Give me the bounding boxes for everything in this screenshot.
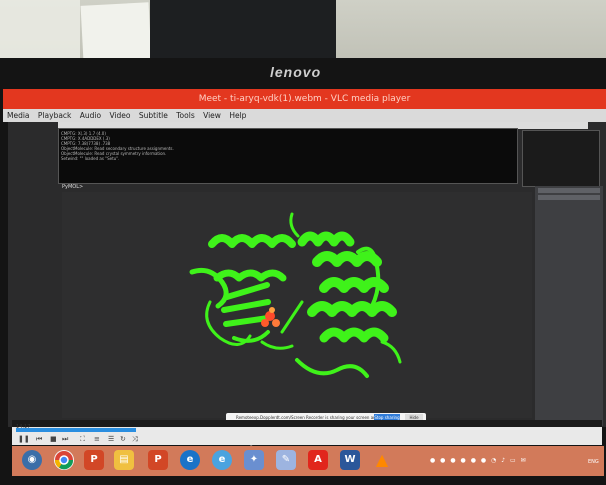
fullscreen-icon[interactable]: ⛶	[80, 435, 85, 443]
wall-paper-left	[0, 0, 80, 58]
menu-media[interactable]: Media	[7, 111, 30, 120]
tray-app-icon[interactable]: ●	[430, 457, 435, 464]
loop-icon[interactable]: ↻	[120, 435, 126, 443]
background-object	[150, 0, 336, 62]
menu-subtitle[interactable]: Subtitle	[139, 111, 168, 120]
shuffle-icon[interactable]: ⤨	[132, 435, 138, 443]
file-explorer-icon[interactable]: ▤	[114, 450, 134, 470]
object-row[interactable]	[538, 188, 600, 193]
tray-app-icon[interactable]: ●	[471, 457, 476, 464]
tray-app-icon[interactable]: ●	[440, 457, 445, 464]
start-icon[interactable]: ◉	[22, 450, 42, 470]
previous-icon[interactable]: ⏮	[36, 435, 42, 443]
loop-ribbon	[295, 358, 369, 378]
powerpoint-2-icon[interactable]: P	[148, 450, 168, 470]
pymol-status-bar	[12, 420, 602, 427]
chrome-icon[interactable]	[54, 450, 74, 470]
pymol-viewport[interactable]	[62, 192, 532, 418]
wifi-icon[interactable]: ◔	[491, 457, 496, 464]
battery-icon[interactable]: ▭	[510, 457, 516, 464]
helix-ribbon	[208, 234, 296, 248]
helix-ribbon	[312, 251, 382, 267]
volume-icon[interactable]: ♪	[501, 457, 505, 464]
stop-icon[interactable]: ■	[50, 435, 57, 443]
edge-icon[interactable]: e	[180, 450, 200, 470]
wall-paper-note	[80, 2, 152, 62]
tray-app-icon[interactable]: ●	[450, 457, 455, 464]
menu-playback[interactable]: Playback	[38, 111, 71, 120]
menu-tools[interactable]: Tools	[176, 111, 194, 120]
vlc-title-bar: Meet - ti-aryq-vdk(1).webm - VLC media p…	[3, 89, 606, 109]
system-tray: ● ● ● ● ● ● ◔ ♪ ▭ ✉	[430, 455, 590, 467]
protein-structure-render	[189, 212, 402, 378]
loop-ribbon	[380, 340, 402, 364]
helix-ribbon	[297, 231, 355, 247]
loop-ribbon	[289, 212, 300, 238]
playlist-icon[interactable]: ☰	[108, 435, 114, 443]
tray-app-icon[interactable]: ●	[461, 457, 466, 464]
loop-ribbon	[260, 340, 294, 350]
object-row[interactable]	[538, 195, 600, 200]
beta-strand	[221, 299, 271, 313]
extended-settings-icon[interactable]: ≡	[94, 435, 100, 443]
pymol-object-panel	[535, 186, 603, 426]
monitor-brand-logo: lenovo	[270, 64, 322, 80]
tray-app-icon[interactable]: ●	[481, 457, 486, 464]
helix-ribbon	[319, 327, 389, 343]
helix-ribbon	[307, 301, 397, 317]
menu-help[interactable]: Help	[229, 111, 246, 120]
menu-video[interactable]: Video	[110, 111, 131, 120]
console-line: Setwind: "" loaded as "Setu".	[61, 156, 120, 161]
word-icon[interactable]: W	[340, 450, 360, 470]
pymol-command-prompt[interactable]: PyMOL>	[62, 184, 162, 191]
app-icon[interactable]: ✦	[244, 450, 264, 470]
acrobat-icon[interactable]: A	[308, 450, 328, 470]
language-indicator[interactable]: ENG	[588, 459, 599, 465]
vlc-icon[interactable]: ▲	[372, 450, 392, 470]
loop-ribbon	[280, 300, 304, 334]
paint-icon[interactable]: ✎	[276, 450, 296, 470]
beta-strand	[224, 282, 270, 300]
vlc-menu-bar: Media Playback Audio Video Subtitle Tool…	[3, 109, 606, 122]
powerpoint-icon[interactable]: P	[84, 450, 104, 470]
helix-ribbon	[319, 277, 389, 293]
menu-audio[interactable]: Audio	[80, 111, 101, 120]
pymol-console: CMPTG: X(.3) 1.7 (4.0) CMPTG: X.4ADDDEX …	[58, 128, 518, 184]
pause-icon[interactable]: ❚❚	[18, 435, 30, 443]
internet-explorer-icon[interactable]: e	[212, 450, 232, 470]
notification-icon[interactable]: ✉	[521, 457, 526, 464]
menu-view[interactable]: View	[203, 111, 221, 120]
chrome-logo	[54, 451, 74, 470]
seek-bar[interactable]	[16, 428, 136, 432]
pymol-control-panel	[522, 130, 600, 187]
next-icon[interactable]: ⏭	[62, 435, 68, 443]
helix-ribbon	[213, 269, 287, 282]
